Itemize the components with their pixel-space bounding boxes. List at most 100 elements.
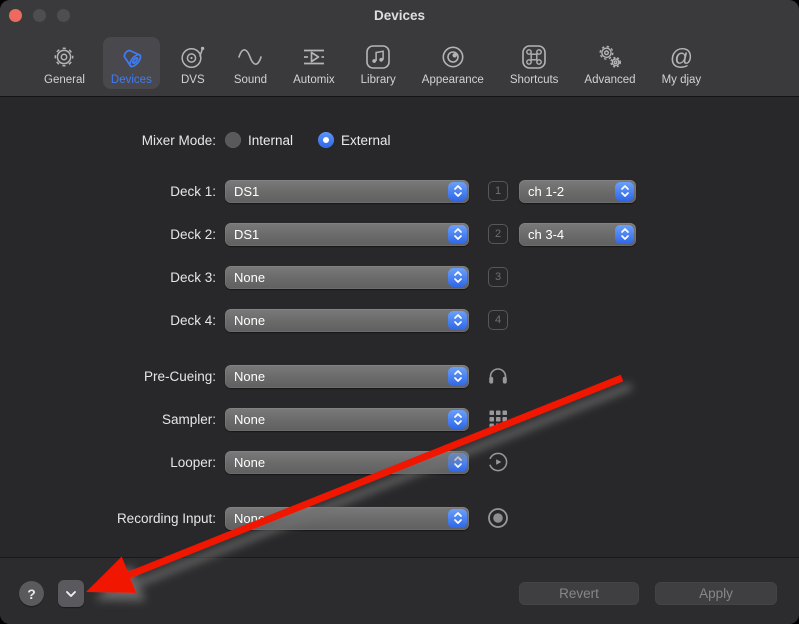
deck3-label: Deck 3:	[0, 270, 225, 285]
pre-cueing-select[interactable]: None	[225, 365, 469, 388]
deck4-device-value: None	[225, 313, 265, 328]
tab-label: DVS	[181, 74, 205, 86]
deck4-number-badge: 4	[488, 310, 508, 330]
help-button[interactable]: ?	[19, 581, 44, 606]
stepper-icon[interactable]	[448, 311, 467, 330]
sampler-select[interactable]: None	[225, 408, 469, 431]
window-chrome: Devices General	[0, 0, 799, 97]
gears-icon	[595, 41, 625, 73]
deck1-label: Deck 1:	[0, 184, 225, 199]
tab-sound[interactable]: Sound	[226, 37, 275, 89]
stepper-icon[interactable]	[448, 225, 467, 244]
deck4-label: Deck 4:	[0, 313, 225, 328]
stepper-icon[interactable]	[615, 182, 634, 201]
deck2-device-select[interactable]: DS1	[225, 223, 469, 246]
titlebar: Devices	[0, 0, 799, 30]
deck2-number-badge: 2	[488, 224, 508, 244]
playlist-play-icon	[299, 41, 329, 73]
radio-external-label: External	[341, 133, 391, 148]
tab-label: Automix	[293, 74, 335, 86]
footer-bar: ? Revert Apply	[0, 557, 799, 624]
pre-cueing-row: Pre-Cueing: None	[0, 364, 510, 388]
tab-appearance[interactable]: Appearance	[414, 37, 492, 89]
eye-icon	[438, 41, 468, 73]
deck3-row: Deck 3: None 3	[0, 265, 508, 289]
turntable-icon	[178, 41, 208, 73]
recording-input-row: Recording Input: None	[0, 506, 510, 530]
recording-input-value: None	[225, 511, 265, 526]
deck4-row: Deck 4: None 4	[0, 308, 508, 332]
deck2-label: Deck 2:	[0, 227, 225, 242]
deck1-device-select[interactable]: DS1	[225, 180, 469, 203]
speaker-horn-icon	[116, 41, 146, 73]
radio-internal-label: Internal	[248, 133, 293, 148]
deck3-device-select[interactable]: None	[225, 266, 469, 289]
footer-disclosure-button[interactable]	[58, 580, 84, 607]
tab-label: Sound	[234, 74, 267, 86]
tab-dvs[interactable]: DVS	[170, 37, 216, 89]
at-sign-icon: @	[670, 41, 693, 73]
sampler-label: Sampler:	[0, 412, 225, 427]
sampler-row: Sampler: None	[0, 407, 510, 431]
recording-input-select[interactable]: None	[225, 507, 469, 530]
tab-label: Devices	[111, 74, 152, 86]
tab-automix[interactable]: Automix	[285, 37, 343, 89]
gear-icon	[49, 41, 79, 73]
stepper-icon[interactable]	[448, 367, 467, 386]
tab-shortcuts[interactable]: Shortcuts	[502, 37, 567, 89]
tab-advanced[interactable]: Advanced	[576, 37, 643, 89]
deck3-device-value: None	[225, 270, 265, 285]
window-title: Devices	[0, 0, 799, 31]
looper-row: Looper: None	[0, 450, 510, 474]
deck2-row: Deck 2: DS1 2 ch 3-4	[0, 222, 636, 246]
radio-internal[interactable]	[225, 132, 241, 148]
headphones-icon	[486, 364, 510, 388]
tab-devices[interactable]: Devices	[103, 37, 160, 89]
apply-button[interactable]: Apply	[655, 582, 777, 605]
deck1-channel-value: ch 1-2	[519, 184, 564, 199]
stepper-icon[interactable]	[615, 225, 634, 244]
mixer-mode-label: Mixer Mode:	[0, 133, 225, 148]
looper-value: None	[225, 455, 265, 470]
revert-button[interactable]: Revert	[519, 582, 639, 605]
stepper-icon[interactable]	[448, 410, 467, 429]
stepper-icon[interactable]	[448, 182, 467, 201]
deck2-channel-select[interactable]: ch 3-4	[519, 223, 636, 246]
tab-label: Advanced	[584, 74, 635, 86]
recording-input-label: Recording Input:	[0, 511, 225, 526]
preferences-window: Devices General	[0, 0, 799, 624]
deck2-device-value: DS1	[225, 227, 259, 242]
deck1-number-badge: 1	[488, 181, 508, 201]
looper-select[interactable]: None	[225, 451, 469, 474]
tab-label: Library	[361, 74, 396, 86]
looper-label: Looper:	[0, 455, 225, 470]
loop-play-icon	[486, 450, 510, 474]
radio-external[interactable]	[318, 132, 334, 148]
stepper-icon[interactable]	[448, 509, 467, 528]
deck2-channel-value: ch 3-4	[519, 227, 564, 242]
stepper-icon[interactable]	[448, 268, 467, 287]
tab-label: Shortcuts	[510, 74, 559, 86]
tab-my-djay[interactable]: @ My djay	[654, 37, 710, 89]
music-note-icon	[363, 41, 393, 73]
pre-cueing-label: Pre-Cueing:	[0, 369, 225, 384]
deck3-number-badge: 3	[488, 267, 508, 287]
tab-general[interactable]: General	[36, 37, 93, 89]
deck1-device-value: DS1	[225, 184, 259, 199]
command-key-icon	[519, 41, 549, 73]
tab-label: My djay	[662, 74, 702, 86]
stepper-icon[interactable]	[448, 453, 467, 472]
mixer-mode-row: Mixer Mode: Internal External	[0, 128, 416, 152]
tab-library[interactable]: Library	[353, 37, 404, 89]
chevron-down-icon	[65, 589, 77, 599]
record-icon	[486, 506, 510, 530]
tab-label: Appearance	[422, 74, 484, 86]
sampler-value: None	[225, 412, 265, 427]
sine-wave-icon	[235, 41, 265, 73]
deck4-device-select[interactable]: None	[225, 309, 469, 332]
deck1-channel-select[interactable]: ch 1-2	[519, 180, 636, 203]
pre-cueing-value: None	[225, 369, 265, 384]
deck1-row: Deck 1: DS1 1 ch 1-2	[0, 179, 636, 203]
pads-grid-icon	[486, 407, 510, 431]
tab-label: General	[44, 74, 85, 86]
